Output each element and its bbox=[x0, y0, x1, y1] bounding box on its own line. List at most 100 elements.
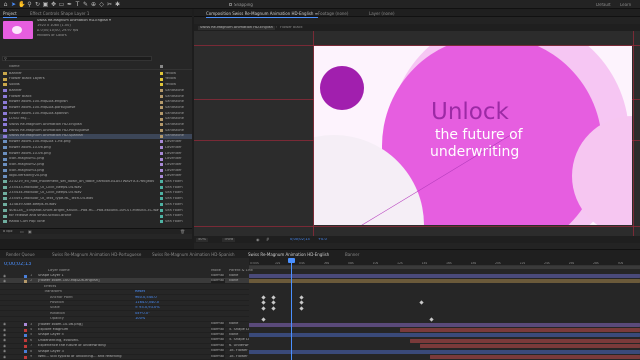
blend-mode-dropdown[interactable] bbox=[211, 311, 225, 316]
label-color-swatch[interactable] bbox=[160, 123, 163, 127]
project-item[interactable]: LOGO MQ... Sandstone bbox=[0, 117, 192, 122]
tab-footage[interactable]: Footage (none) bbox=[318, 11, 348, 16]
layer-label-swatch[interactable] bbox=[24, 355, 27, 359]
layer-duration-bar[interactable] bbox=[249, 349, 640, 354]
canvas-subline-1[interactable]: the future of bbox=[435, 128, 523, 142]
keyframe-marker[interactable] bbox=[419, 300, 424, 305]
blend-mode-dropdown[interactable]: Normal bbox=[211, 332, 225, 338]
work-area-bar[interactable] bbox=[249, 266, 640, 269]
label-color-swatch[interactable] bbox=[160, 157, 163, 161]
layer-duration-bar[interactable] bbox=[410, 338, 640, 343]
label-color-swatch[interactable] bbox=[160, 140, 163, 144]
blend-mode-dropdown[interactable]: Normal bbox=[211, 338, 225, 343]
canvas-headline[interactable]: Unlock bbox=[431, 101, 509, 124]
keyframe-marker[interactable] bbox=[261, 295, 266, 300]
tab-comp-english[interactable]: Swiss Re-Magnum Animation HD-English bbox=[248, 252, 330, 259]
time-ruler[interactable] bbox=[249, 258, 640, 266]
label-color-swatch[interactable] bbox=[160, 72, 163, 75]
property-value[interactable]: Reset bbox=[135, 290, 145, 294]
label-color-swatch[interactable] bbox=[160, 89, 163, 93]
tab-project[interactable]: Project bbox=[3, 11, 17, 18]
project-item[interactable]: Flower black Sandstone bbox=[0, 94, 192, 99]
parent-dropdown[interactable]: None bbox=[229, 274, 249, 278]
keyframe-marker[interactable] bbox=[261, 306, 266, 311]
visibility-eye-icon[interactable]: ◉ bbox=[3, 333, 6, 337]
parent-dropdown[interactable]: 18. Flower Bli bbox=[229, 355, 249, 359]
project-item[interactable]: flower zoom-100-Mq&Ua-portuguese Sandston… bbox=[0, 105, 192, 110]
project-info-title[interactable]: Swiss Re-Magnum Animation HD-English ▾ bbox=[37, 19, 111, 23]
layer-label-swatch[interactable] bbox=[24, 328, 27, 332]
keyframe-marker[interactable] bbox=[261, 300, 266, 305]
label-color-swatch[interactable] bbox=[160, 129, 163, 132]
keyframe-marker[interactable] bbox=[299, 295, 304, 300]
guide-line[interactable] bbox=[194, 226, 640, 227]
camera-tool-icon[interactable]: ▣ bbox=[42, 1, 49, 8]
parent-dropdown[interactable]: 6. Underwritin bbox=[229, 344, 249, 348]
blend-mode-dropdown[interactable] bbox=[211, 290, 225, 295]
zoom-tool-icon[interactable]: ⚲ bbox=[26, 1, 33, 8]
viewer-timecode[interactable]: 0;00;02;13 bbox=[290, 238, 310, 242]
visibility-eye-icon[interactable]: ◉ bbox=[3, 328, 6, 332]
project-item[interactable]: flower zoom-10-06.png Lavender bbox=[0, 151, 192, 156]
label-color-swatch[interactable] bbox=[160, 214, 163, 218]
project-item[interactable]: 324839-side-beeps-M.wav Sea Foam bbox=[0, 202, 192, 207]
label-color-swatch[interactable] bbox=[160, 94, 163, 98]
project-item[interactable]: 235433-Modular_UI_Click_Beeps-04.wav Sea … bbox=[0, 185, 192, 190]
project-item[interactable]: flower zoom-10-06.png Lavender bbox=[0, 145, 192, 150]
name-column-header[interactable]: Name bbox=[9, 65, 20, 69]
layer-label-swatch[interactable] bbox=[24, 274, 27, 278]
label-color-swatch[interactable] bbox=[160, 77, 163, 81]
label-color-swatch[interactable] bbox=[160, 168, 163, 172]
layer-label-swatch[interactable] bbox=[24, 323, 27, 327]
layer-label-swatch[interactable] bbox=[24, 279, 27, 283]
visibility-eye-icon[interactable]: ◉ bbox=[3, 322, 6, 326]
blend-mode-dropdown[interactable] bbox=[211, 301, 225, 306]
trash-icon[interactable]: 🗑 bbox=[180, 229, 185, 234]
project-item[interactable]: Swiss Re-Magnum Animation HD-Spanish Sand… bbox=[0, 133, 192, 139]
parent-dropdown[interactable]: 5. Shape Laye bbox=[229, 328, 249, 332]
project-item[interactable]: icon-magnum3.png Lavender bbox=[0, 168, 192, 173]
blend-mode-dropdown[interactable]: Normal bbox=[211, 273, 225, 278]
keyframe-marker[interactable] bbox=[299, 300, 304, 305]
tab-comp-portuguese[interactable]: Swiss Re-Magnum Animation HD-Portuguese bbox=[52, 252, 141, 257]
blend-mode-dropdown[interactable]: Normal bbox=[211, 327, 225, 332]
parent-dropdown[interactable]: None bbox=[229, 322, 249, 326]
eraser-tool-icon[interactable]: ◇ bbox=[98, 1, 105, 8]
project-item[interactable]: flower zoom-100-Mq&Ua-spanish Sandstone bbox=[0, 111, 192, 116]
clone-stamp-tool-icon[interactable]: ⊕ bbox=[90, 1, 97, 8]
project-item[interactable]: flower zoom-100-Mq&Ua 1-fix.png Lavender bbox=[0, 139, 192, 144]
project-item[interactable]: logo-version@2x.png Lavender bbox=[0, 174, 192, 179]
label-column-icon[interactable] bbox=[160, 65, 163, 68]
project-item[interactable]: Swiss Re-Magnum Animation HD-English Sand… bbox=[0, 122, 192, 127]
project-item[interactable]: Flower black Layers Yellow bbox=[0, 77, 192, 82]
layer-label-swatch[interactable] bbox=[24, 339, 27, 343]
project-item[interactable]: 408128__5llnjshot-Short-Bright_Knuck...P… bbox=[0, 208, 192, 213]
project-item[interactable]: Solids Yellow bbox=[0, 82, 192, 87]
home-icon[interactable]: ⌂ bbox=[2, 1, 9, 8]
layer-label-swatch[interactable] bbox=[24, 333, 27, 337]
label-color-swatch[interactable] bbox=[160, 197, 163, 201]
visibility-eye-icon[interactable]: ◉ bbox=[3, 349, 6, 353]
blend-mode-dropdown[interactable]: Normal bbox=[211, 354, 225, 359]
keyframe-marker[interactable] bbox=[429, 316, 434, 322]
blend-mode-dropdown[interactable] bbox=[211, 317, 225, 322]
bit-depth-button[interactable]: 8 bpc bbox=[3, 230, 13, 234]
flow-comp-english[interactable]: Swiss Re-Magnum Animation HD-English bbox=[198, 26, 275, 30]
layer-duration-bar[interactable] bbox=[249, 333, 640, 338]
resolution-dropdown[interactable]: Third bbox=[222, 238, 236, 242]
tab-render-queue[interactable]: Render Queue bbox=[6, 252, 35, 257]
blend-mode-dropdown[interactable] bbox=[211, 284, 225, 289]
label-color-swatch[interactable] bbox=[160, 83, 163, 87]
grid-icon[interactable]: # bbox=[266, 237, 269, 242]
project-item[interactable]: 235434-Modular_UI_Click_Beeps-05.wav Sea … bbox=[0, 191, 192, 196]
visibility-eye-icon[interactable]: ◉ bbox=[3, 344, 6, 348]
timeline-timecode[interactable]: 0;00;02;13 bbox=[4, 262, 31, 267]
label-color-swatch[interactable] bbox=[160, 186, 163, 189]
type-tool-icon[interactable]: T bbox=[74, 1, 81, 8]
blend-mode-dropdown[interactable]: Normal bbox=[211, 322, 225, 327]
label-color-swatch[interactable] bbox=[160, 111, 163, 115]
rotate-tool-icon[interactable]: ↻ bbox=[34, 1, 41, 8]
layer-duration-bar[interactable] bbox=[430, 355, 640, 359]
label-color-swatch[interactable] bbox=[160, 208, 163, 212]
project-search-input[interactable] bbox=[2, 56, 152, 61]
